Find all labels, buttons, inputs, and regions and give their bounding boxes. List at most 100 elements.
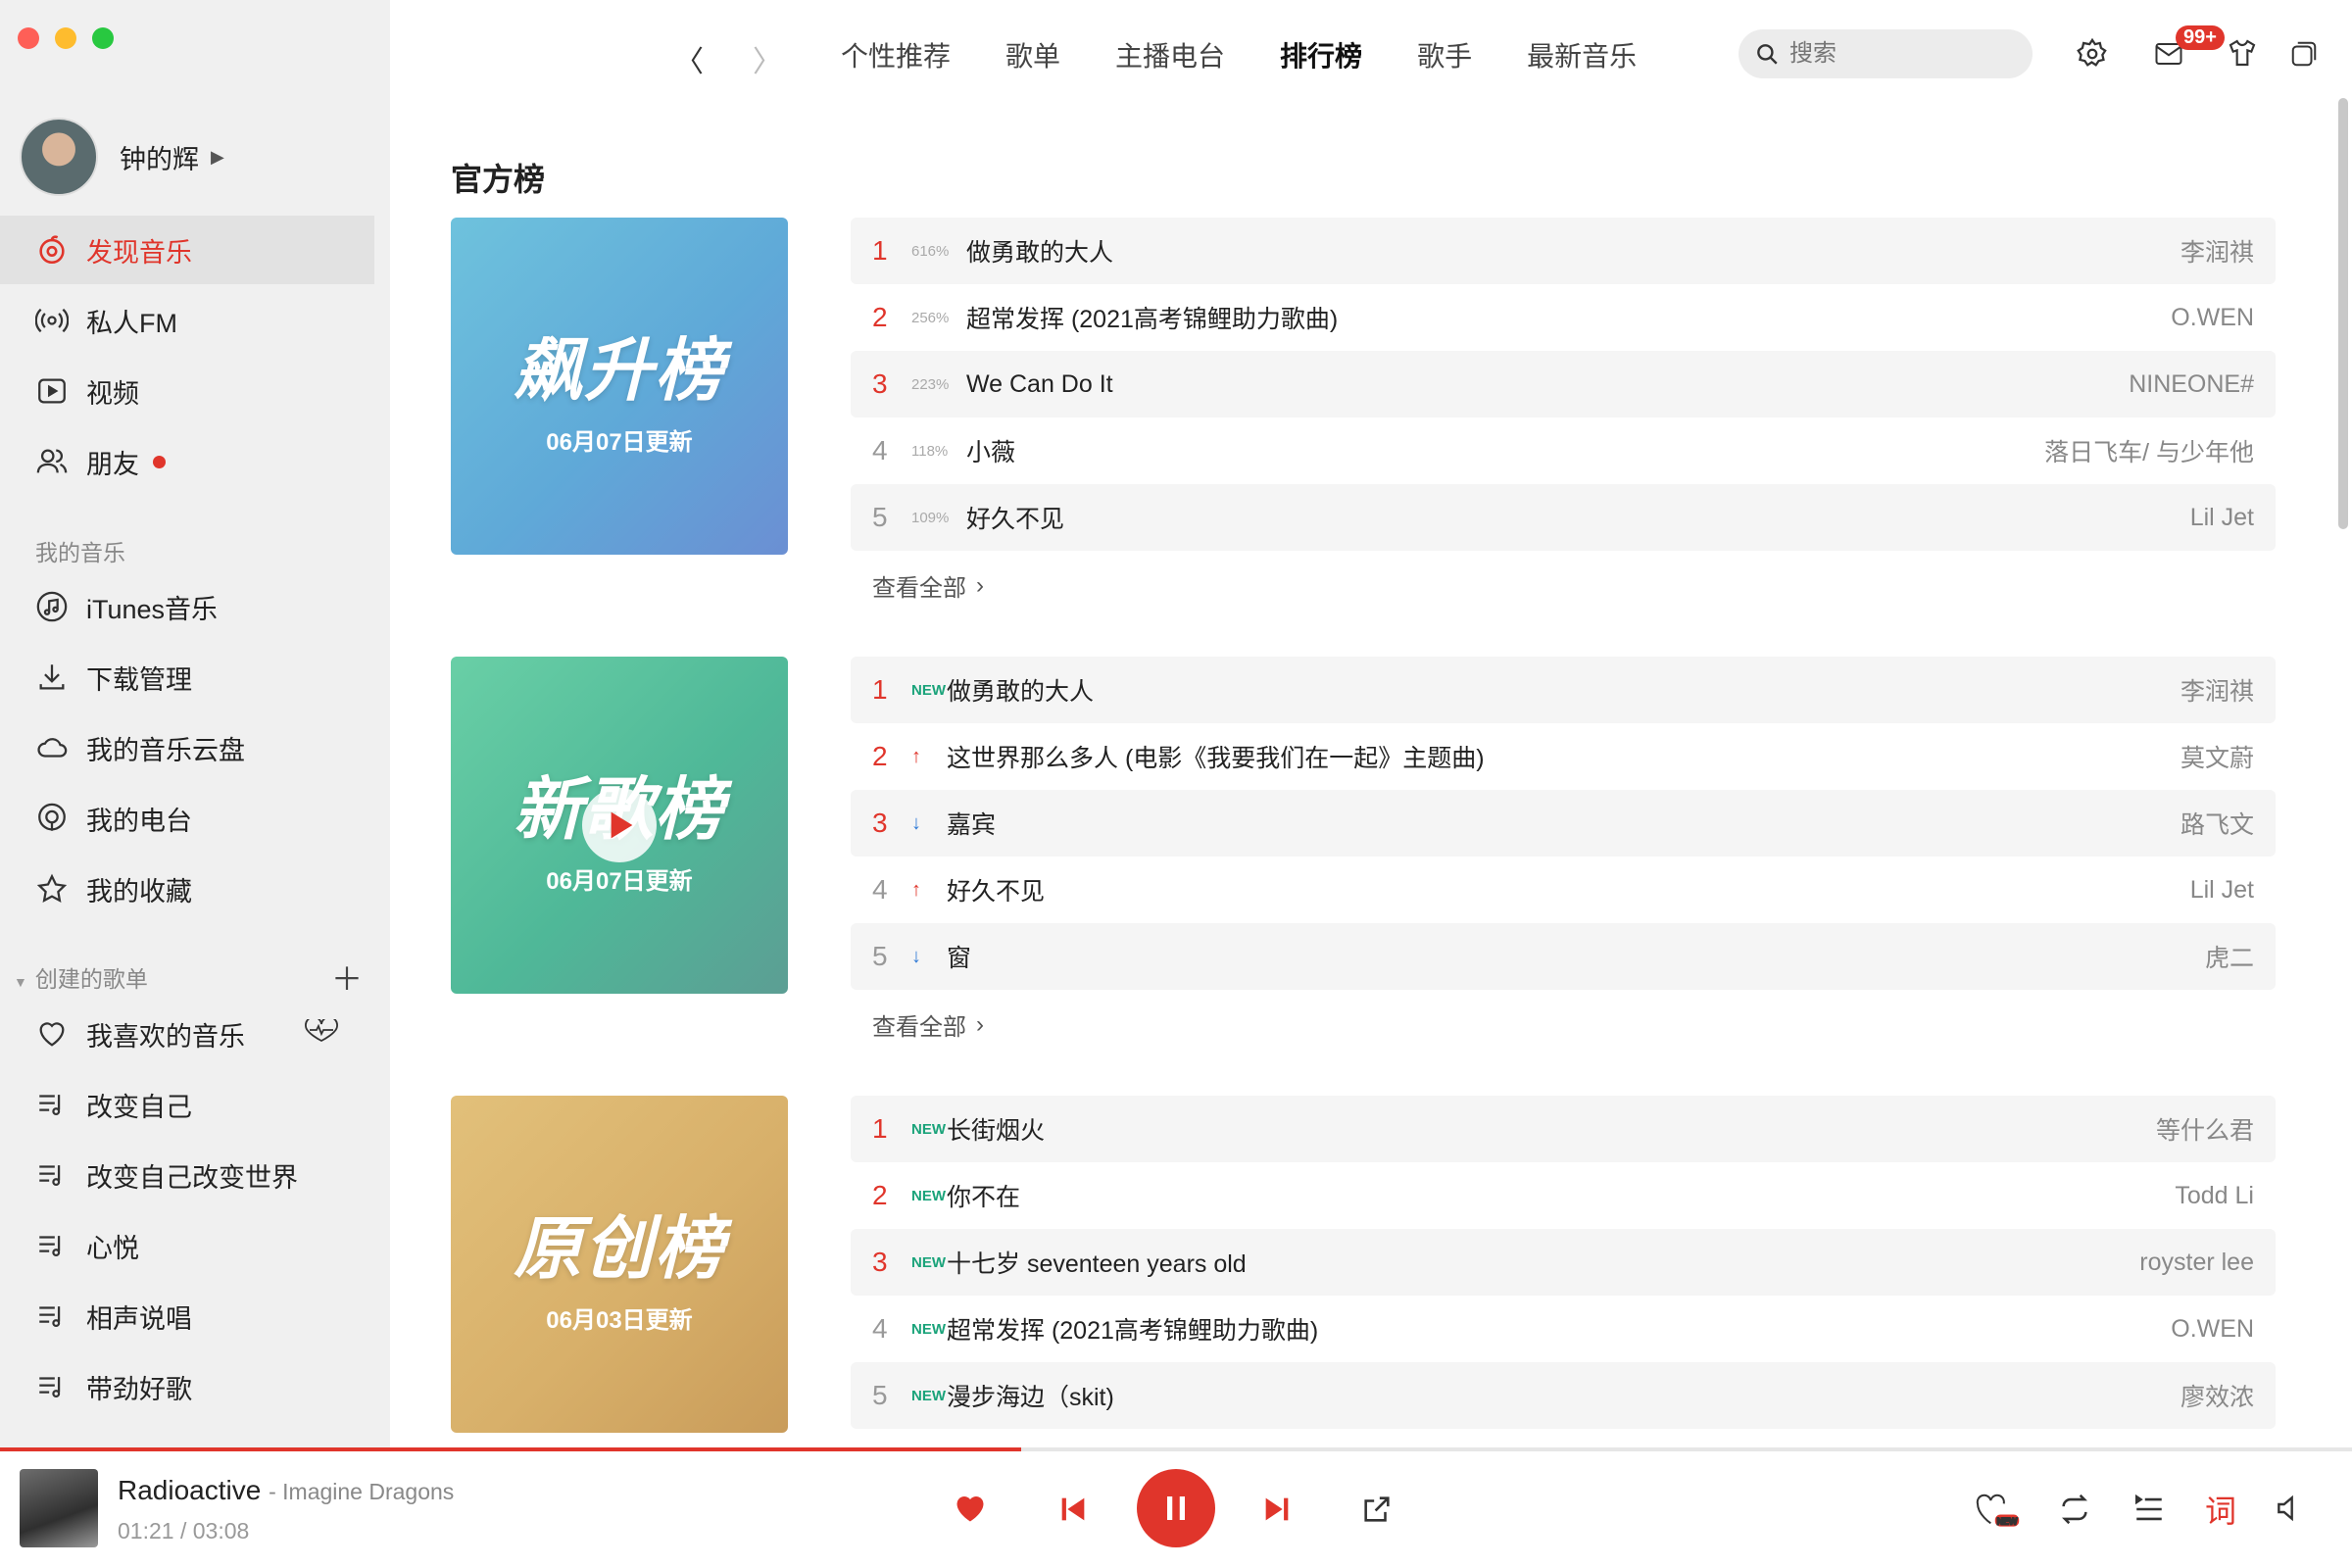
table-row[interactable]: 3 223% We Can Do It NINEONE# xyxy=(851,351,2276,417)
repeat-icon[interactable] xyxy=(2058,1493,2091,1526)
view-all-link[interactable]: 查看全部 › xyxy=(851,568,2276,603)
like-heart-icon[interactable] xyxy=(953,1491,988,1526)
notification-dot xyxy=(153,455,166,468)
minimize-window-button[interactable] xyxy=(55,27,76,49)
view-all-link[interactable]: 查看全部 › xyxy=(851,1007,2276,1042)
table-row[interactable]: 5 109% 好久不见 Lil Jet xyxy=(851,484,2276,551)
artist-name[interactable]: 落日飞车/ 与少年他 xyxy=(2044,433,2254,468)
chart-cover[interactable]: 飙升榜 06月07日更新 xyxy=(451,218,788,555)
sidebar-item-friends[interactable]: 朋友 xyxy=(0,427,374,496)
caret-right-icon[interactable]: ▶ xyxy=(211,147,224,168)
tab-playlists[interactable]: 歌单 xyxy=(1005,35,1060,74)
maximize-window-button[interactable] xyxy=(92,27,114,49)
lyrics-toggle[interactable]: 词 xyxy=(2205,1487,2236,1532)
playlist-item[interactable]: 改变自己 xyxy=(0,1070,374,1139)
close-window-button[interactable] xyxy=(18,27,39,49)
playlist-item[interactable]: 带劲好歌 xyxy=(0,1352,374,1421)
table-row[interactable]: 4 ↑ 好久不见 Lil Jet xyxy=(851,857,2276,923)
user-name[interactable]: 钟的辉 xyxy=(120,138,199,176)
artist-name[interactable]: Todd Li xyxy=(2175,1182,2254,1210)
heartbeat-mode-icon[interactable] xyxy=(302,1015,341,1050)
skin-tshirt-icon[interactable] xyxy=(2227,37,2258,74)
tab-recommend[interactable]: 个性推荐 xyxy=(841,35,951,74)
album-art[interactable] xyxy=(20,1469,98,1547)
table-row[interactable]: 5 NEW 漫步海边（skit) 廖效浓 xyxy=(851,1362,2276,1429)
artist-name[interactable]: 廖效浓 xyxy=(2180,1378,2254,1413)
chevron-right-icon: › xyxy=(976,571,984,599)
tab-charts[interactable]: 排行榜 xyxy=(1280,35,1362,74)
sidebar-item-my-radio[interactable]: 我的电台 xyxy=(0,784,374,853)
back-arrow-icon[interactable]: 〈 xyxy=(674,37,704,80)
sidebar-item-favorites[interactable]: 我的收藏 xyxy=(0,855,374,923)
table-row[interactable]: 2 256% 超常发挥 (2021高考锦鲤助力歌曲) O.WEN xyxy=(851,284,2276,351)
artist-name[interactable]: 虎二 xyxy=(2205,939,2254,974)
search-box[interactable] xyxy=(1739,29,2033,78)
history-nav: 〈 〉 xyxy=(674,37,782,80)
mini-mode-icon[interactable] xyxy=(2289,39,2319,74)
table-row[interactable]: 4 118% 小薇 落日飞车/ 与少年他 xyxy=(851,417,2276,484)
artist-name[interactable]: 莫文蔚 xyxy=(2180,739,2254,774)
artist-name[interactable]: O.WEN xyxy=(2171,1315,2254,1344)
table-row[interactable]: 1 NEW 长街烟火 等什么君 xyxy=(851,1096,2276,1162)
chart-cover[interactable]: 原创榜 06月03日更新 xyxy=(451,1096,788,1433)
sidebar-item-fm[interactable]: 私人FM xyxy=(0,286,374,355)
playlist-item[interactable]: 改变自己改变世界 xyxy=(0,1141,374,1209)
table-row[interactable]: 3 NEW 十七岁 seventeen years old royster lee xyxy=(851,1229,2276,1296)
collapse-triangle-icon[interactable]: ▼ xyxy=(14,974,27,990)
artist-name[interactable]: 等什么君 xyxy=(2156,1111,2254,1147)
artist-name[interactable]: 路飞文 xyxy=(2180,806,2254,841)
artist-name[interactable]: 李润祺 xyxy=(2180,672,2254,708)
table-row[interactable]: 2 NEW 你不在 Todd Li xyxy=(851,1162,2276,1229)
pause-button[interactable] xyxy=(1137,1469,1215,1547)
search-input[interactable] xyxy=(1789,40,2015,68)
tab-artists[interactable]: 歌手 xyxy=(1417,35,1472,74)
playback-progress-bar[interactable] xyxy=(0,1447,2352,1451)
share-icon[interactable] xyxy=(1360,1493,1394,1526)
rank-up-icon: ↑ xyxy=(911,878,921,901)
artist-name[interactable]: royster lee xyxy=(2139,1249,2254,1277)
artist-name[interactable]: Lil Jet xyxy=(2190,504,2254,532)
table-row[interactable]: 4 NEW 超常发挥 (2021高考锦鲤助力歌曲) O.WEN xyxy=(851,1296,2276,1362)
artist-name[interactable]: Lil Jet xyxy=(2190,876,2254,905)
sidebar-item-downloads[interactable]: 下载管理 xyxy=(0,643,374,711)
current-time: 01:21 / xyxy=(118,1518,187,1544)
sidebar-item-discover[interactable]: 发现音乐 xyxy=(0,216,374,284)
sidebar-item-video[interactable]: 视频 xyxy=(0,357,374,425)
section-title-created-playlists[interactable]: ▼ 创建的歌单 xyxy=(14,960,148,994)
artist-name[interactable]: O.WEN xyxy=(2171,304,2254,332)
sidebar-item-itunes[interactable]: iTunes音乐 xyxy=(0,572,374,641)
now-playing-info[interactable]: Radioactive - Imagine Dragons xyxy=(118,1475,454,1506)
table-row[interactable]: 1 NEW 做勇敢的大人 李润祺 xyxy=(851,657,2276,723)
heartbeat-mode-new-icon[interactable]: NEW xyxy=(1970,1491,2025,1530)
playlist-item[interactable]: 心悦 xyxy=(0,1211,374,1280)
volume-icon[interactable] xyxy=(2274,1493,2305,1524)
tab-new-music[interactable]: 最新音乐 xyxy=(1527,35,1637,74)
sidebar-item-cloud[interactable]: 我的音乐云盘 xyxy=(0,713,374,782)
next-track-icon[interactable] xyxy=(1260,1493,1294,1526)
user-profile[interactable]: 钟的辉 ▶ xyxy=(20,118,224,196)
artist-name[interactable]: 李润祺 xyxy=(2180,233,2254,269)
main-scrollbar[interactable] xyxy=(2338,98,2348,529)
avatar[interactable] xyxy=(20,118,98,196)
previous-track-icon[interactable] xyxy=(1056,1493,1090,1526)
section-title-my-music: 我的音乐 xyxy=(35,540,125,565)
artist-name[interactable]: NINEONE# xyxy=(2129,370,2254,399)
table-row[interactable]: 2 ↑ 这世界那么多人 (电影《我要我们在一起》主题曲) 莫文蔚 xyxy=(851,723,2276,790)
table-row[interactable]: 3 ↓ 嘉宾 路飞文 xyxy=(851,790,2276,857)
tab-radio[interactable]: 主播电台 xyxy=(1115,35,1225,74)
table-row[interactable]: 1 616% 做勇敢的大人 李润祺 xyxy=(851,218,2276,284)
rank-down-icon: ↓ xyxy=(911,945,921,967)
now-playing-artist: - Imagine Dragons xyxy=(269,1479,455,1504)
playlist-item[interactable]: 相声说唱 xyxy=(0,1282,374,1350)
play-chart-button[interactable] xyxy=(582,788,657,862)
created-playlists-label: 创建的歌单 xyxy=(34,966,148,992)
playlist-icon xyxy=(35,1229,69,1262)
add-playlist-button[interactable]: ＋ xyxy=(331,955,363,1000)
table-row[interactable]: 5 ↓ 窗 虎二 xyxy=(851,923,2276,990)
playlist-item-liked[interactable]: 我喜欢的音乐 xyxy=(0,1000,374,1068)
settings-gear-icon[interactable] xyxy=(2076,37,2109,75)
playlist-queue-icon[interactable] xyxy=(2132,1493,2166,1526)
chart-cover[interactable]: 新歌榜 06月07日更新 xyxy=(451,657,788,994)
page-title: 官方榜 xyxy=(451,162,546,197)
forward-arrow-icon[interactable]: 〉 xyxy=(753,37,782,80)
